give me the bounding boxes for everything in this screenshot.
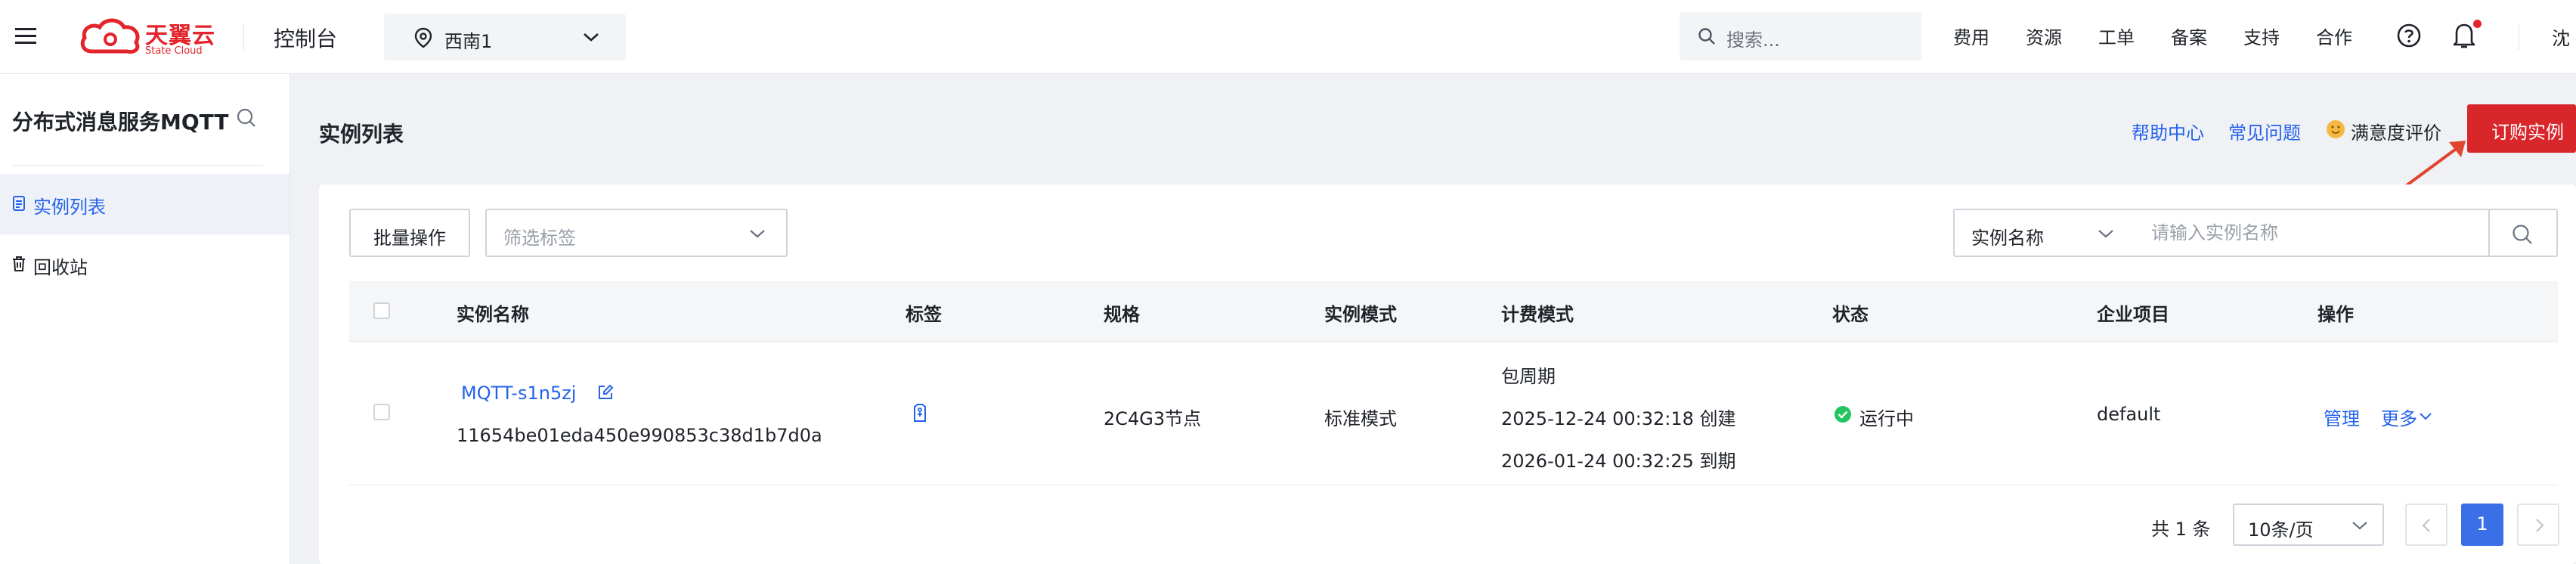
instance-spec: 2C4G3节点 — [1104, 408, 1202, 429]
search-icon — [2513, 225, 2532, 244]
search-icon — [1698, 28, 1715, 45]
page-number-current[interactable]: 1 — [2461, 504, 2503, 546]
instance-name-link[interactable]: MQTT-s1n5zj — [461, 383, 576, 404]
divider — [12, 165, 263, 166]
table-row: MQTT-s1n5zj 11654be01eda450e990853c38d1b… — [349, 342, 2558, 485]
location-pin-icon — [414, 27, 432, 48]
buy-instance-button[interactable]: 订购实例 — [2467, 104, 2576, 153]
service-title: 分布式消息服务MQTT — [12, 110, 229, 135]
tag-filter-placeholder: 筛选标签 — [503, 228, 576, 249]
sidebar-item-instances[interactable]: 实例列表 — [0, 174, 289, 234]
chevron-left-icon — [2422, 519, 2430, 532]
help-center-link[interactable]: 帮助中心 — [2132, 118, 2204, 144]
top-bar: 天翼云 State Cloud 控制台 西南1 搜索... 费用 资源 工单 备… — [0, 0, 2576, 74]
instance-search-input[interactable] — [2135, 209, 2490, 257]
column-header-spec: 规格 — [1104, 304, 1140, 325]
manage-link[interactable]: 管理 — [2324, 404, 2360, 430]
search-placeholder: 搜索... — [1726, 29, 1780, 51]
select-all-checkbox[interactable] — [373, 302, 390, 319]
bell-icon[interactable] — [2452, 21, 2476, 50]
divider — [243, 24, 244, 50]
instance-id: 11654be01eda450e990853c38d1b7d0a — [457, 425, 822, 446]
column-header-status: 状态 — [1832, 304, 1869, 325]
page-size-label: 10条/页 — [2248, 519, 2314, 541]
list-icon — [13, 196, 25, 211]
search-type-label: 实例名称 — [1971, 228, 2044, 249]
column-header-project: 企业项目 — [2097, 304, 2169, 325]
user-name[interactable]: 沈 — [2552, 23, 2570, 50]
chevron-down-icon — [584, 33, 599, 42]
nav-support[interactable]: 支持 — [2243, 23, 2280, 49]
chevron-down-icon — [750, 230, 765, 238]
edit-icon[interactable] — [597, 384, 614, 401]
sidebar-item-recycle-bin[interactable]: 回收站 — [0, 234, 289, 295]
nav-resources[interactable]: 资源 — [2026, 23, 2062, 49]
column-header-mode: 实例模式 — [1324, 304, 1397, 325]
search-type-select[interactable]: 实例名称 — [1953, 209, 2136, 257]
chevron-down-icon — [2098, 230, 2113, 238]
notification-dot — [2473, 20, 2482, 28]
created-time: 2025-12-24 00:32:18 创建 — [1501, 408, 1736, 429]
cloud-logo-icon — [80, 18, 140, 54]
prev-page-button[interactable] — [2405, 504, 2448, 546]
billing-type: 包周期 — [1501, 366, 1556, 387]
column-header-name: 实例名称 — [457, 304, 529, 325]
help-icon[interactable] — [2396, 23, 2422, 48]
logo[interactable]: 天翼云 State Cloud — [79, 17, 215, 57]
logo-subtext: State Cloud — [145, 45, 203, 57]
tag-icon[interactable] — [912, 404, 928, 423]
trash-icon — [13, 256, 25, 271]
tag-filter-select[interactable]: 筛选标签 — [485, 209, 788, 257]
global-search[interactable]: 搜索... — [1680, 12, 1921, 60]
console-link[interactable]: 控制台 — [274, 23, 337, 53]
chevron-down-icon — [2352, 522, 2367, 530]
status-running-icon — [1834, 406, 1851, 423]
nav-filing[interactable]: 备案 — [2171, 23, 2207, 49]
instance-mode: 标准模式 — [1324, 408, 1397, 429]
status-badge: 运行中 — [1859, 408, 1914, 429]
chevron-right-icon — [2536, 519, 2544, 532]
sidebar-item-label: 实例列表 — [33, 197, 106, 218]
menu-icon[interactable] — [12, 23, 39, 50]
column-header-tags: 标签 — [906, 304, 942, 325]
batch-operation-button[interactable]: 批量操作 — [349, 209, 470, 257]
nav-tickets[interactable]: 工单 — [2098, 23, 2135, 49]
nav-fees[interactable]: 费用 — [1953, 23, 1989, 49]
expire-time: 2026-01-24 00:32:25 到期 — [1501, 451, 1736, 472]
more-actions-link[interactable]: 更多 — [2381, 404, 2417, 430]
sidebar: 分布式消息服务MQTT 实例列表 回收站 — [0, 74, 290, 564]
column-header-billing: 计费模式 — [1501, 304, 1574, 325]
page-size-select[interactable]: 10条/页 — [2233, 504, 2384, 546]
search-button[interactable] — [2488, 209, 2558, 257]
faq-link[interactable]: 常见问题 — [2228, 118, 2301, 144]
arrow-annotation-icon — [2402, 141, 2466, 189]
chevron-down-icon — [2420, 413, 2432, 420]
top-nav: 费用 资源 工单 备案 支持 合作 — [1953, 23, 2389, 49]
nav-partner[interactable]: 合作 — [2316, 23, 2352, 49]
sidebar-item-label: 回收站 — [33, 257, 88, 278]
search-icon[interactable] — [236, 107, 257, 129]
enterprise-project: default — [2097, 404, 2161, 425]
row-checkbox[interactable] — [373, 404, 390, 420]
column-header-actions: 操作 — [2317, 304, 2354, 325]
smiley-icon — [2327, 120, 2345, 138]
page-title: 实例列表 — [319, 122, 404, 147]
region-label: 西南1 — [444, 31, 493, 52]
table-header: 实例名称 标签 规格 实例模式 计费模式 状态 企业项目 操作 — [349, 281, 2558, 342]
next-page-button[interactable] — [2517, 504, 2559, 546]
region-selector[interactable]: 西南1 — [384, 14, 626, 60]
total-count: 共 1 条 — [2151, 519, 2211, 540]
